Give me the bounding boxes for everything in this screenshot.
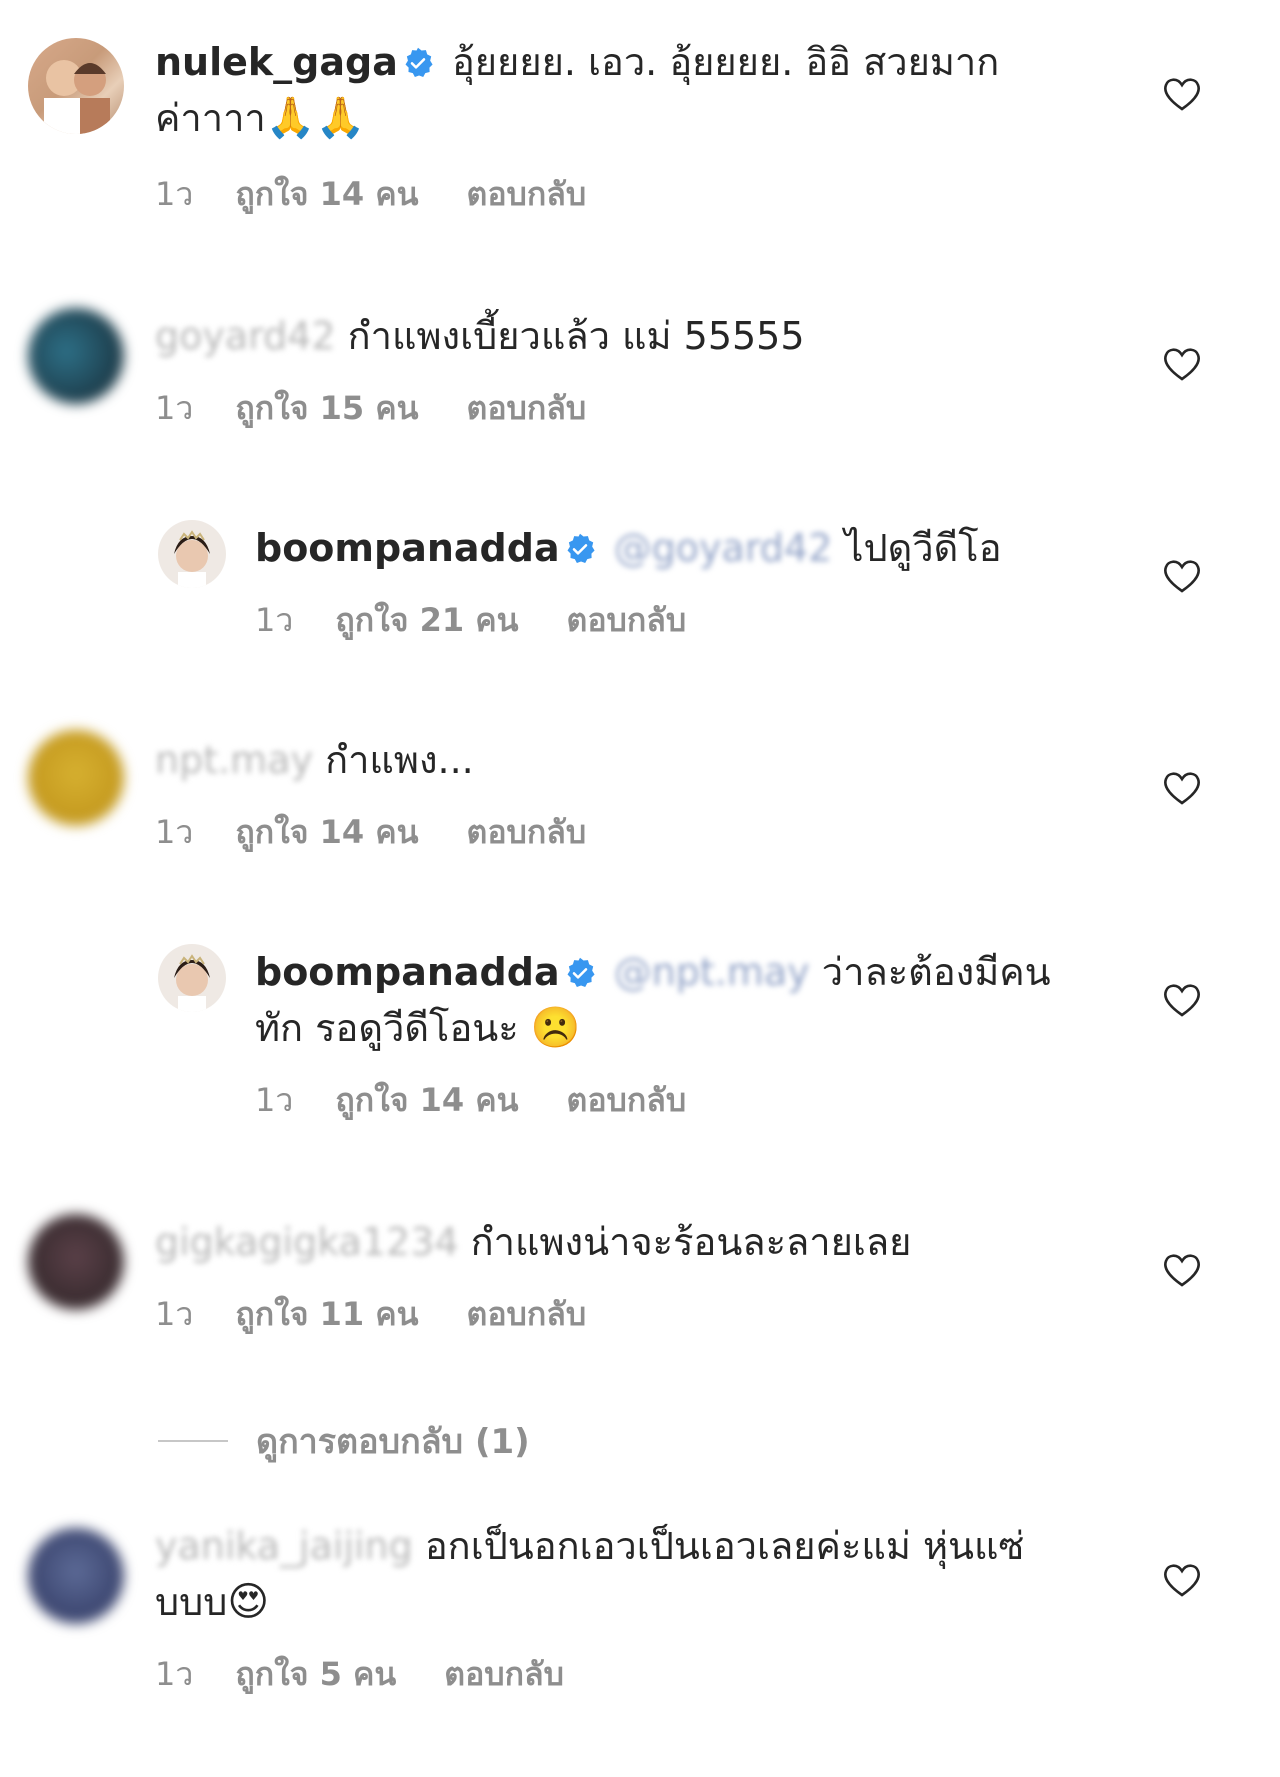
reply-button[interactable]: ตอบกลับ bbox=[567, 1081, 687, 1119]
username[interactable]: gigkagigka1234 bbox=[155, 1220, 459, 1264]
view-replies-button[interactable]: ดูการตอบกลับ (1) bbox=[158, 1414, 530, 1468]
comment-body: กำแพงน่าจะร้อนละลายเลย bbox=[470, 1220, 912, 1264]
heart-outline-icon[interactable] bbox=[1162, 76, 1202, 112]
comment-text: boompanadda @goyard42 ไปดูวีดีโอ bbox=[255, 520, 1045, 576]
comment-text: yanika_jaijing อกเป็นอกเอวเป็นเอวเลยค่ะแ… bbox=[155, 1518, 1055, 1630]
emoji: 🙏🙏 bbox=[265, 95, 366, 141]
heart-outline-icon[interactable] bbox=[1162, 982, 1202, 1018]
comment-body: ไปดูวีดีโอ bbox=[844, 526, 1002, 570]
avatar[interactable] bbox=[28, 308, 124, 404]
timestamp: 1ว bbox=[255, 601, 294, 639]
timestamp: 1ว bbox=[155, 1295, 194, 1333]
timestamp: 1ว bbox=[255, 1081, 294, 1119]
username[interactable]: boompanadda bbox=[255, 950, 560, 994]
likes-count[interactable]: ถูกใจ 11 คน bbox=[235, 1295, 418, 1333]
likes-count[interactable]: ถูกใจ 21 คน bbox=[335, 601, 518, 639]
timestamp: 1ว bbox=[155, 813, 194, 851]
emoji: 😍 bbox=[227, 1579, 270, 1625]
reply-button[interactable]: ตอบกลับ bbox=[467, 813, 587, 851]
mention-link[interactable]: @npt.may bbox=[614, 950, 810, 994]
reply-button[interactable]: ตอบกลับ bbox=[467, 175, 587, 213]
comment-text: npt.may กำแพง... bbox=[155, 732, 1045, 788]
comment-meta: 1ว ถูกใจ 11 คน ตอบกลับ bbox=[155, 1294, 634, 1334]
emoji: ☹️ bbox=[530, 1005, 581, 1051]
avatar[interactable] bbox=[28, 38, 124, 134]
likes-count[interactable]: ถูกใจ 14 คน bbox=[235, 813, 418, 851]
comment-text: goyard42 กำแพงเบี้ยวแล้ว แม่ 55555 bbox=[155, 308, 1045, 364]
verified-badge-icon bbox=[564, 957, 596, 989]
comment-meta: 1ว ถูกใจ 15 คน ตอบกลับ bbox=[155, 388, 634, 428]
comment-meta: 1ว ถูกใจ 14 คน ตอบกลับ bbox=[255, 1080, 734, 1120]
comment-meta: 1ว ถูกใจ 5 คน ตอบกลับ bbox=[155, 1654, 612, 1694]
avatar[interactable] bbox=[158, 944, 226, 1012]
verified-badge-icon bbox=[402, 47, 434, 79]
heart-outline-icon[interactable] bbox=[1162, 346, 1202, 382]
comment-meta: 1ว ถูกใจ 14 คน ตอบกลับ bbox=[155, 812, 634, 852]
likes-count[interactable]: ถูกใจ 15 คน bbox=[235, 389, 418, 427]
comment-text: gigkagigka1234 กำแพงน่าจะร้อนละลายเลย bbox=[155, 1214, 1045, 1270]
avatar-photo bbox=[174, 530, 210, 588]
heart-outline-icon[interactable] bbox=[1162, 1252, 1202, 1288]
heart-outline-icon[interactable] bbox=[1162, 558, 1202, 594]
username[interactable]: npt.may bbox=[155, 738, 313, 782]
avatar[interactable] bbox=[28, 1528, 124, 1624]
username[interactable]: boompanadda bbox=[255, 526, 560, 570]
reply-button[interactable]: ตอบกลับ bbox=[467, 1295, 587, 1333]
avatar[interactable] bbox=[28, 730, 124, 826]
reply-button[interactable]: ตอบกลับ bbox=[444, 1655, 564, 1693]
reply-button[interactable]: ตอบกลับ bbox=[467, 389, 587, 427]
avatar-photo bbox=[44, 60, 110, 134]
timestamp: 1ว bbox=[155, 1655, 194, 1693]
timestamp: 1ว bbox=[155, 175, 194, 213]
comment-text: nulek_gaga อุ้ยยยย. เอว. อุ้ยยยย. อิอิ ส… bbox=[155, 34, 1045, 146]
username[interactable]: yanika_jaijing bbox=[155, 1524, 413, 1568]
comment-meta: 1ว ถูกใจ 14 คน ตอบกลับ bbox=[155, 174, 634, 214]
divider bbox=[158, 1440, 228, 1442]
avatar-photo bbox=[174, 954, 210, 1012]
heart-outline-icon[interactable] bbox=[1162, 770, 1202, 806]
verified-badge-icon bbox=[564, 533, 596, 565]
likes-count[interactable]: ถูกใจ 14 คน bbox=[335, 1081, 518, 1119]
comment-body: กำแพง... bbox=[325, 738, 474, 782]
view-replies-label: ดูการตอบกลับ (1) bbox=[256, 1422, 530, 1462]
timestamp: 1ว bbox=[155, 389, 194, 427]
heart-outline-icon[interactable] bbox=[1162, 1562, 1202, 1598]
username[interactable]: nulek_gaga bbox=[155, 40, 398, 84]
mention-link[interactable]: @goyard42 bbox=[614, 526, 833, 570]
comment-meta: 1ว ถูกใจ 21 คน ตอบกลับ bbox=[255, 600, 734, 640]
reply-button[interactable]: ตอบกลับ bbox=[567, 601, 687, 639]
comment-text: boompanadda @npt.may ว่าละต้องมีคน ทัก ร… bbox=[255, 944, 1065, 1056]
comment-body: กำแพงเบี้ยวแล้ว แม่ 55555 bbox=[347, 314, 805, 358]
username[interactable]: goyard42 bbox=[155, 314, 336, 358]
likes-count[interactable]: ถูกใจ 14 คน bbox=[235, 175, 418, 213]
avatar[interactable] bbox=[28, 1214, 124, 1310]
likes-count[interactable]: ถูกใจ 5 คน bbox=[235, 1655, 396, 1693]
avatar[interactable] bbox=[158, 520, 226, 588]
